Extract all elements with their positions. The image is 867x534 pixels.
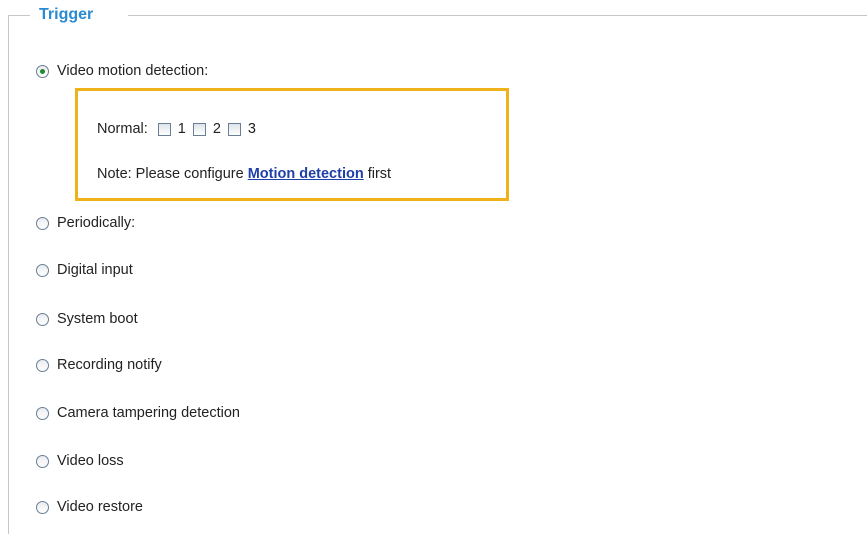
option-periodically[interactable]: Periodically:	[36, 213, 135, 233]
window-2-checkbox[interactable]	[192, 122, 206, 136]
window-1-checkbox[interactable]	[157, 122, 171, 136]
option-video-motion-detection[interactable]: Video motion detection:	[36, 61, 208, 81]
option-video-loss[interactable]: Video loss	[36, 451, 124, 471]
option-label: Recording notify	[57, 357, 162, 373]
window-3-checkbox[interactable]	[227, 122, 241, 136]
radio-system-boot[interactable]	[36, 312, 49, 326]
option-label: Digital input	[57, 262, 133, 278]
trigger-legend: Trigger	[39, 6, 94, 23]
option-label: Periodically:	[57, 215, 136, 231]
radio-video-motion-detection[interactable]	[36, 64, 49, 78]
option-camera-tampering-detection[interactable]: Camera tampering detection	[36, 403, 240, 423]
motion-note: Note: Please configure Motion detection …	[97, 164, 391, 184]
note-prefix: Note: Please configure	[97, 166, 244, 182]
fieldset-border-top-left	[8, 15, 30, 16]
radio-video-restore[interactable]	[36, 500, 49, 514]
option-label: Video motion detection:	[57, 63, 209, 79]
trigger-panel: Trigger Video motion detection: Normal: …	[0, 0, 867, 534]
radio-video-loss[interactable]	[36, 454, 49, 468]
window-3-label: 3	[247, 121, 256, 137]
option-system-boot[interactable]: System boot	[36, 309, 138, 329]
radio-periodically[interactable]	[36, 216, 49, 230]
radio-digital-input[interactable]	[36, 263, 49, 277]
motion-detection-link[interactable]: Motion detection	[248, 166, 364, 182]
option-label: Video loss	[57, 453, 124, 469]
option-video-restore[interactable]: Video restore	[36, 497, 143, 517]
option-label: System boot	[57, 311, 138, 327]
option-label: Video restore	[57, 499, 143, 515]
fieldset-border-left	[8, 15, 9, 534]
normal-label: Normal:	[97, 121, 148, 137]
fieldset-border-top-right	[128, 15, 867, 16]
option-recording-notify[interactable]: Recording notify	[36, 355, 162, 375]
motion-settings-highlight	[75, 88, 509, 201]
radio-camera-tampering-detection[interactable]	[36, 406, 49, 420]
option-digital-input[interactable]: Digital input	[36, 260, 133, 280]
note-suffix: first	[367, 166, 392, 182]
normal-windows-row: Normal: 1 2 3	[97, 119, 263, 139]
window-2-label: 2	[212, 121, 221, 137]
option-label: Camera tampering detection	[57, 405, 240, 421]
window-1-label: 1	[177, 121, 186, 137]
radio-recording-notify[interactable]	[36, 358, 49, 372]
